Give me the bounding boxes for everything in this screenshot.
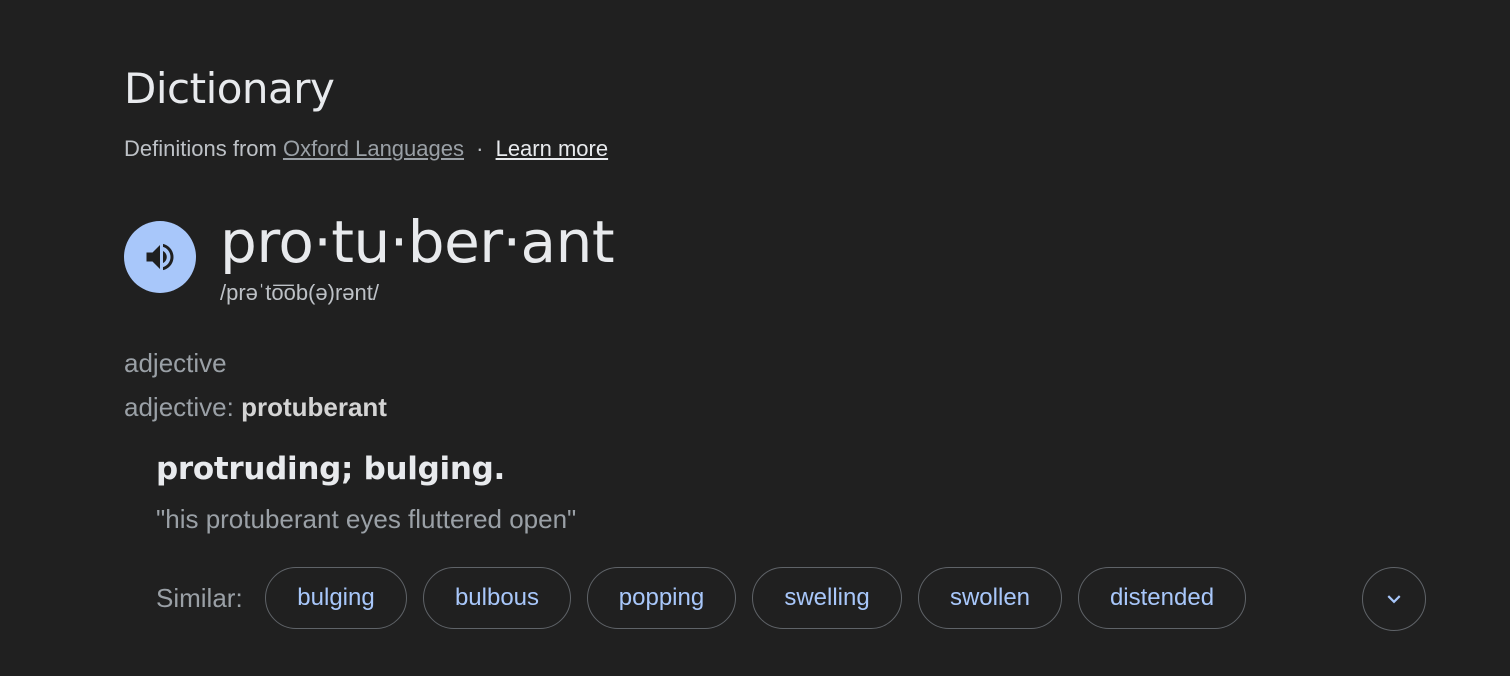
similar-chip-swollen[interactable]: swollen: [918, 567, 1062, 629]
similar-chip-distended[interactable]: distended: [1078, 567, 1246, 629]
source-prefix: Definitions from: [124, 136, 277, 161]
similar-chip-bulging[interactable]: bulging: [265, 567, 407, 629]
source-line: Definitions from Oxford Languages · Lear…: [124, 136, 608, 162]
chevron-down-icon: [1387, 595, 1401, 604]
part-of-speech-form: adjective: protuberant: [124, 392, 387, 422]
similar-label: Similar:: [156, 583, 243, 613]
definition-text: protruding; bulging.: [156, 451, 505, 487]
source-separator: ·: [476, 136, 484, 161]
similar-chip-bulbous[interactable]: bulbous: [423, 567, 571, 629]
speaker-icon: [146, 243, 174, 271]
headword: pro·tu·ber·ant: [220, 208, 615, 276]
phonetic-spelling: /prəˈto͞ob(ə)rənt/: [220, 280, 379, 305]
pronunciation-audio-button[interactable]: [124, 221, 196, 293]
part-of-speech: adjective: [124, 348, 227, 378]
oxford-languages-link[interactable]: Oxford Languages: [283, 136, 464, 161]
expand-similar-button[interactable]: [1362, 567, 1426, 631]
learn-more-link[interactable]: Learn more: [496, 136, 609, 161]
similar-chip-popping[interactable]: popping: [587, 567, 736, 629]
example-sentence: "his protuberant eyes fluttered open": [156, 504, 577, 534]
dictionary-panel: Dictionary Definitions from Oxford Langu…: [0, 0, 1510, 676]
dictionary-heading: Dictionary: [124, 64, 335, 113]
pos-prefix: adjective:: [124, 392, 234, 422]
pos-word: protuberant: [241, 392, 387, 422]
similar-chip-swelling[interactable]: swelling: [752, 567, 902, 629]
